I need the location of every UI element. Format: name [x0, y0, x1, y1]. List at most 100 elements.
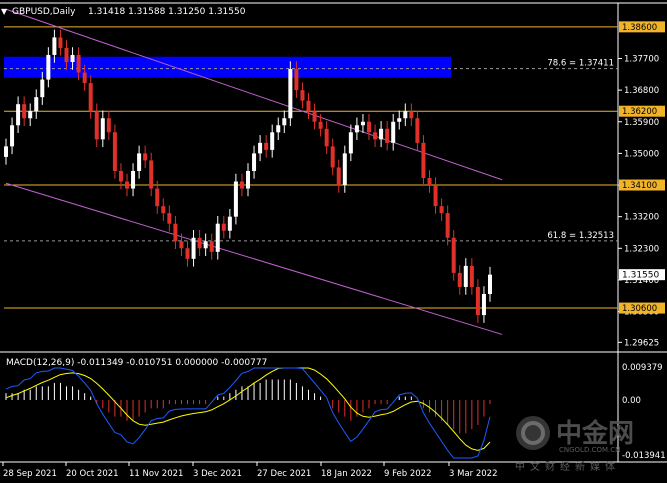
candle-body: [155, 188, 160, 207]
level-label-r1: 1.38600: [622, 23, 657, 33]
candle-body: [143, 153, 148, 161]
candle-body: [391, 121, 396, 143]
candle-body: [100, 118, 105, 140]
candle-body: [76, 54, 81, 73]
candle-body: [125, 181, 129, 189]
price-tick-label: 1.29625: [624, 338, 659, 348]
candle-body: [185, 248, 190, 259]
candle-body: [481, 294, 486, 316]
candle-body: [354, 125, 359, 133]
macd-tick-zero: 0.00: [622, 396, 641, 406]
candle-body: [10, 125, 15, 147]
candle-body: [397, 118, 402, 122]
macd-tick-top: 0.009379: [622, 363, 663, 373]
candle-body: [70, 54, 75, 62]
candle-body: [276, 125, 281, 133]
candle-body: [433, 185, 438, 207]
fib-label: 78.6 = 1.37411: [547, 59, 614, 69]
candle-body: [264, 142, 269, 150]
candle-body: [282, 118, 287, 126]
candle-body: [58, 37, 63, 48]
candle-body: [167, 213, 172, 224]
candle-body: [88, 83, 93, 112]
candle-body: [16, 104, 21, 126]
watermark-logo-text: 中金网: [556, 418, 634, 449]
candle-body: [82, 72, 87, 84]
symbol-label: GBPUSD,Daily: [12, 7, 76, 17]
watermark-slogan: 中文财经新媒体: [515, 460, 620, 473]
watermark: 中金网 CNGOLD.COM.CN 中文财经新媒体: [515, 416, 634, 473]
candle-body: [421, 142, 426, 178]
candle-body: [403, 111, 408, 119]
candle-body: [227, 216, 232, 231]
candle-body: [28, 111, 33, 119]
price-tick-label: 1.36800: [624, 86, 659, 96]
candle-body: [306, 100, 311, 112]
candle-body: [336, 167, 341, 186]
candle-body: [161, 206, 166, 214]
fib-label: 61.8 = 1.32513: [547, 231, 614, 241]
candle-body: [149, 160, 154, 189]
candle-body: [288, 69, 293, 119]
date-tick-label: 11 Nov 2021: [129, 469, 183, 479]
candle-body: [221, 223, 226, 231]
ohlc-readout: 1.31418 1.31588 1.31250 1.31550: [88, 7, 246, 17]
candle-body: [252, 153, 257, 171]
candle-body: [137, 153, 142, 171]
candle-body: [367, 121, 371, 133]
candle-body: [52, 37, 57, 55]
date-tick-label: 18 Jan 2022: [321, 469, 372, 479]
candle-body: [342, 153, 347, 186]
candle-body: [439, 206, 444, 214]
current-price-label: 1.31550: [622, 271, 659, 281]
date-tick-label: 3 Dec 2021: [193, 469, 242, 479]
candle-body: [258, 142, 263, 154]
date-tick-label: 27 Dec 2021: [257, 469, 311, 479]
price-tick-label: 1.32300: [624, 244, 659, 254]
price-tick-label: 1.37700: [624, 54, 659, 64]
level-label-r2: 1.36200: [622, 107, 657, 117]
candle-body: [457, 272, 462, 287]
candle-body: [197, 237, 202, 249]
candle-body: [445, 213, 450, 238]
candle-body: [318, 121, 323, 129]
candle-body: [179, 241, 184, 249]
candle-body: [22, 104, 27, 119]
candle-body: [173, 223, 178, 242]
candle-body: [64, 47, 69, 62]
current-price-marker: 1.31550: [619, 269, 665, 281]
macd-tick-bottom: -0.013941: [622, 451, 666, 461]
candle-body: [203, 241, 208, 249]
candle-body: [239, 181, 244, 189]
candle-body: [40, 79, 45, 98]
candle-body: [246, 170, 250, 189]
candle-body: [94, 111, 99, 140]
candle-body: [312, 111, 317, 122]
level-label-r4: 1.30600: [622, 304, 657, 314]
candle-body: [131, 170, 136, 189]
price-tick-label: 1.33200: [624, 213, 659, 223]
macd-label: MACD(12,26,9) -0.011349 -0.010751 0.0000…: [6, 358, 267, 368]
candle-body: [106, 118, 111, 133]
candle-body: [112, 132, 117, 171]
price-tick-label: 1.35000: [624, 149, 659, 159]
candle-body: [373, 132, 378, 140]
candle-body: [488, 274, 492, 294]
candle-body: [379, 128, 384, 140]
candle-body: [191, 237, 196, 259]
candle-body: [209, 241, 214, 252]
candle-body: [270, 132, 275, 150]
candle-body: [330, 146, 335, 168]
price-tick-label: 1.35900: [624, 118, 659, 128]
candle-body: [451, 237, 456, 273]
date-tick-label: 28 Sep 2021: [3, 469, 57, 479]
candle-body: [348, 132, 353, 154]
menu-icon[interactable]: ▼: [1, 7, 8, 16]
candle-body: [4, 146, 8, 157]
candle-body: [233, 181, 238, 217]
candle-body: [294, 69, 299, 91]
candle-body: [385, 128, 390, 143]
level-label-r3: 1.34100: [622, 181, 657, 191]
date-tick-label: 20 Oct 2021: [66, 469, 119, 479]
chart-canvas[interactable]: 78.6 = 1.37411 61.8 = 1.32513 1.37700 1.36…: [0, 0, 667, 483]
